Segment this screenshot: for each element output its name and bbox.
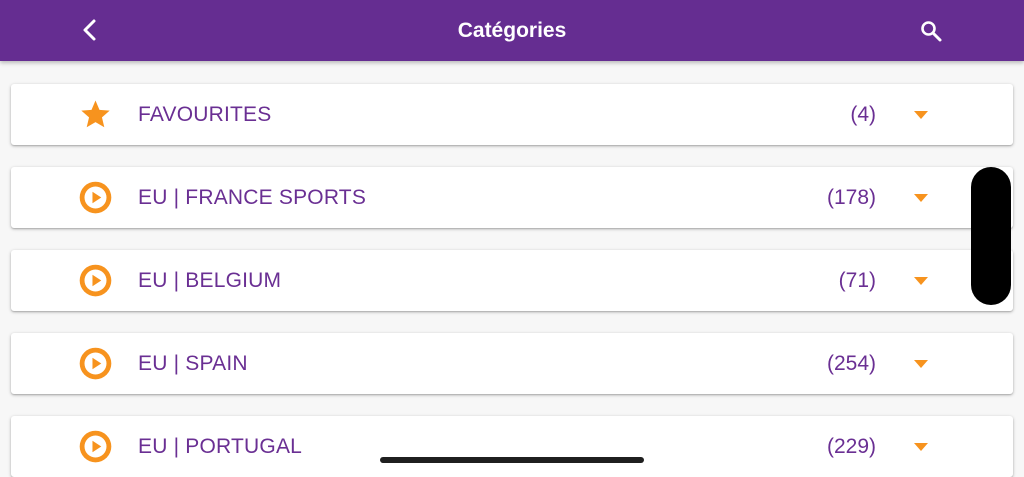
search-icon [921, 21, 942, 42]
category-name: FAVOURITES [138, 103, 272, 126]
scroll-handle[interactable] [971, 167, 1011, 305]
search-button[interactable] [914, 14, 948, 48]
category-count: (4) [850, 103, 876, 126]
category-count: (71) [838, 269, 876, 292]
chevron-down-icon[interactable] [908, 438, 934, 456]
play-circle-icon [79, 347, 112, 380]
page-title: Catégories [457, 19, 567, 42]
category-item-belgium[interactable]: EU | BELGIUM (71) [11, 250, 1013, 311]
play-circle-icon [79, 181, 112, 214]
chevron-down-icon[interactable] [908, 272, 934, 290]
category-name: EU | BELGIUM [138, 269, 282, 292]
category-item-favourites[interactable]: FAVOURITES (4) [11, 84, 1013, 145]
category-item-portugal[interactable]: EU | PORTUGAL (229) [11, 416, 1013, 477]
app-bar: Catégories [0, 0, 1024, 61]
category-name: EU | PORTUGAL [138, 435, 303, 458]
play-circle-icon [79, 430, 112, 463]
home-indicator[interactable] [380, 457, 644, 463]
chevron-down-icon[interactable] [908, 355, 934, 373]
chevron-down-icon[interactable] [908, 106, 934, 124]
category-item-spain[interactable]: EU | SPAIN (254) [11, 333, 1013, 394]
chevron-down-icon[interactable] [908, 189, 934, 207]
star-icon [79, 98, 112, 131]
play-circle-icon [79, 264, 112, 297]
category-name: EU | FRANCE SPORTS [138, 186, 367, 209]
category-count: (254) [826, 352, 876, 375]
category-count: (229) [826, 435, 876, 458]
category-item-france-sports[interactable]: EU | FRANCE SPORTS (178) [11, 167, 1013, 228]
category-count: (178) [826, 186, 876, 209]
category-name: EU | SPAIN [138, 352, 248, 375]
